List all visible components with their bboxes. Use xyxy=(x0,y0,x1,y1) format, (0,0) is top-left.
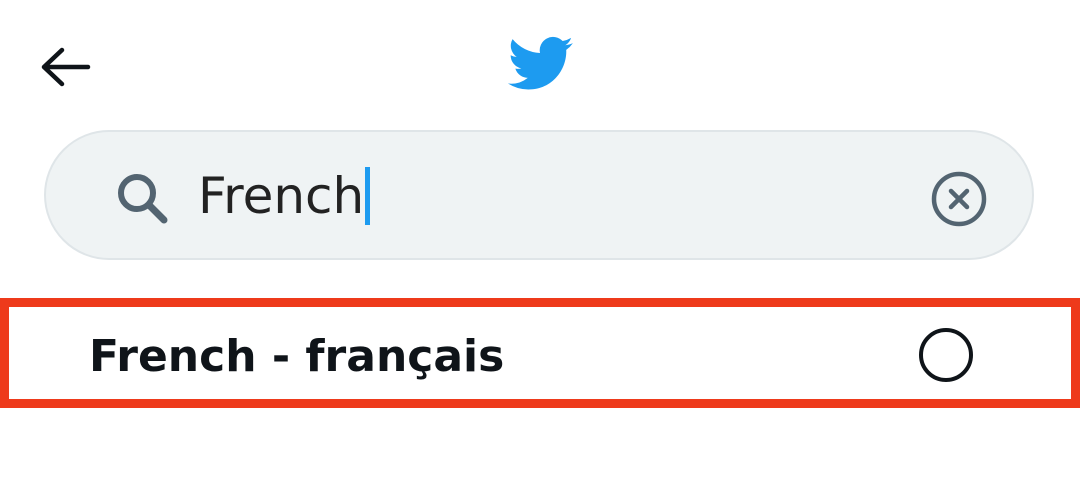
radio-button[interactable] xyxy=(919,328,973,382)
language-option-french[interactable]: French - français xyxy=(0,298,1080,408)
arrow-left-icon xyxy=(41,47,91,87)
clear-x-circle-icon[interactable] xyxy=(928,168,990,230)
language-option-label: French - français xyxy=(89,331,505,382)
search-icon xyxy=(118,174,168,224)
search-bar[interactable]: French xyxy=(44,130,1034,260)
search-input-value: French xyxy=(198,167,365,225)
twitter-bird-icon xyxy=(508,36,573,90)
search-input[interactable]: French xyxy=(198,160,371,232)
back-button[interactable] xyxy=(30,36,102,98)
text-cursor xyxy=(365,167,371,225)
